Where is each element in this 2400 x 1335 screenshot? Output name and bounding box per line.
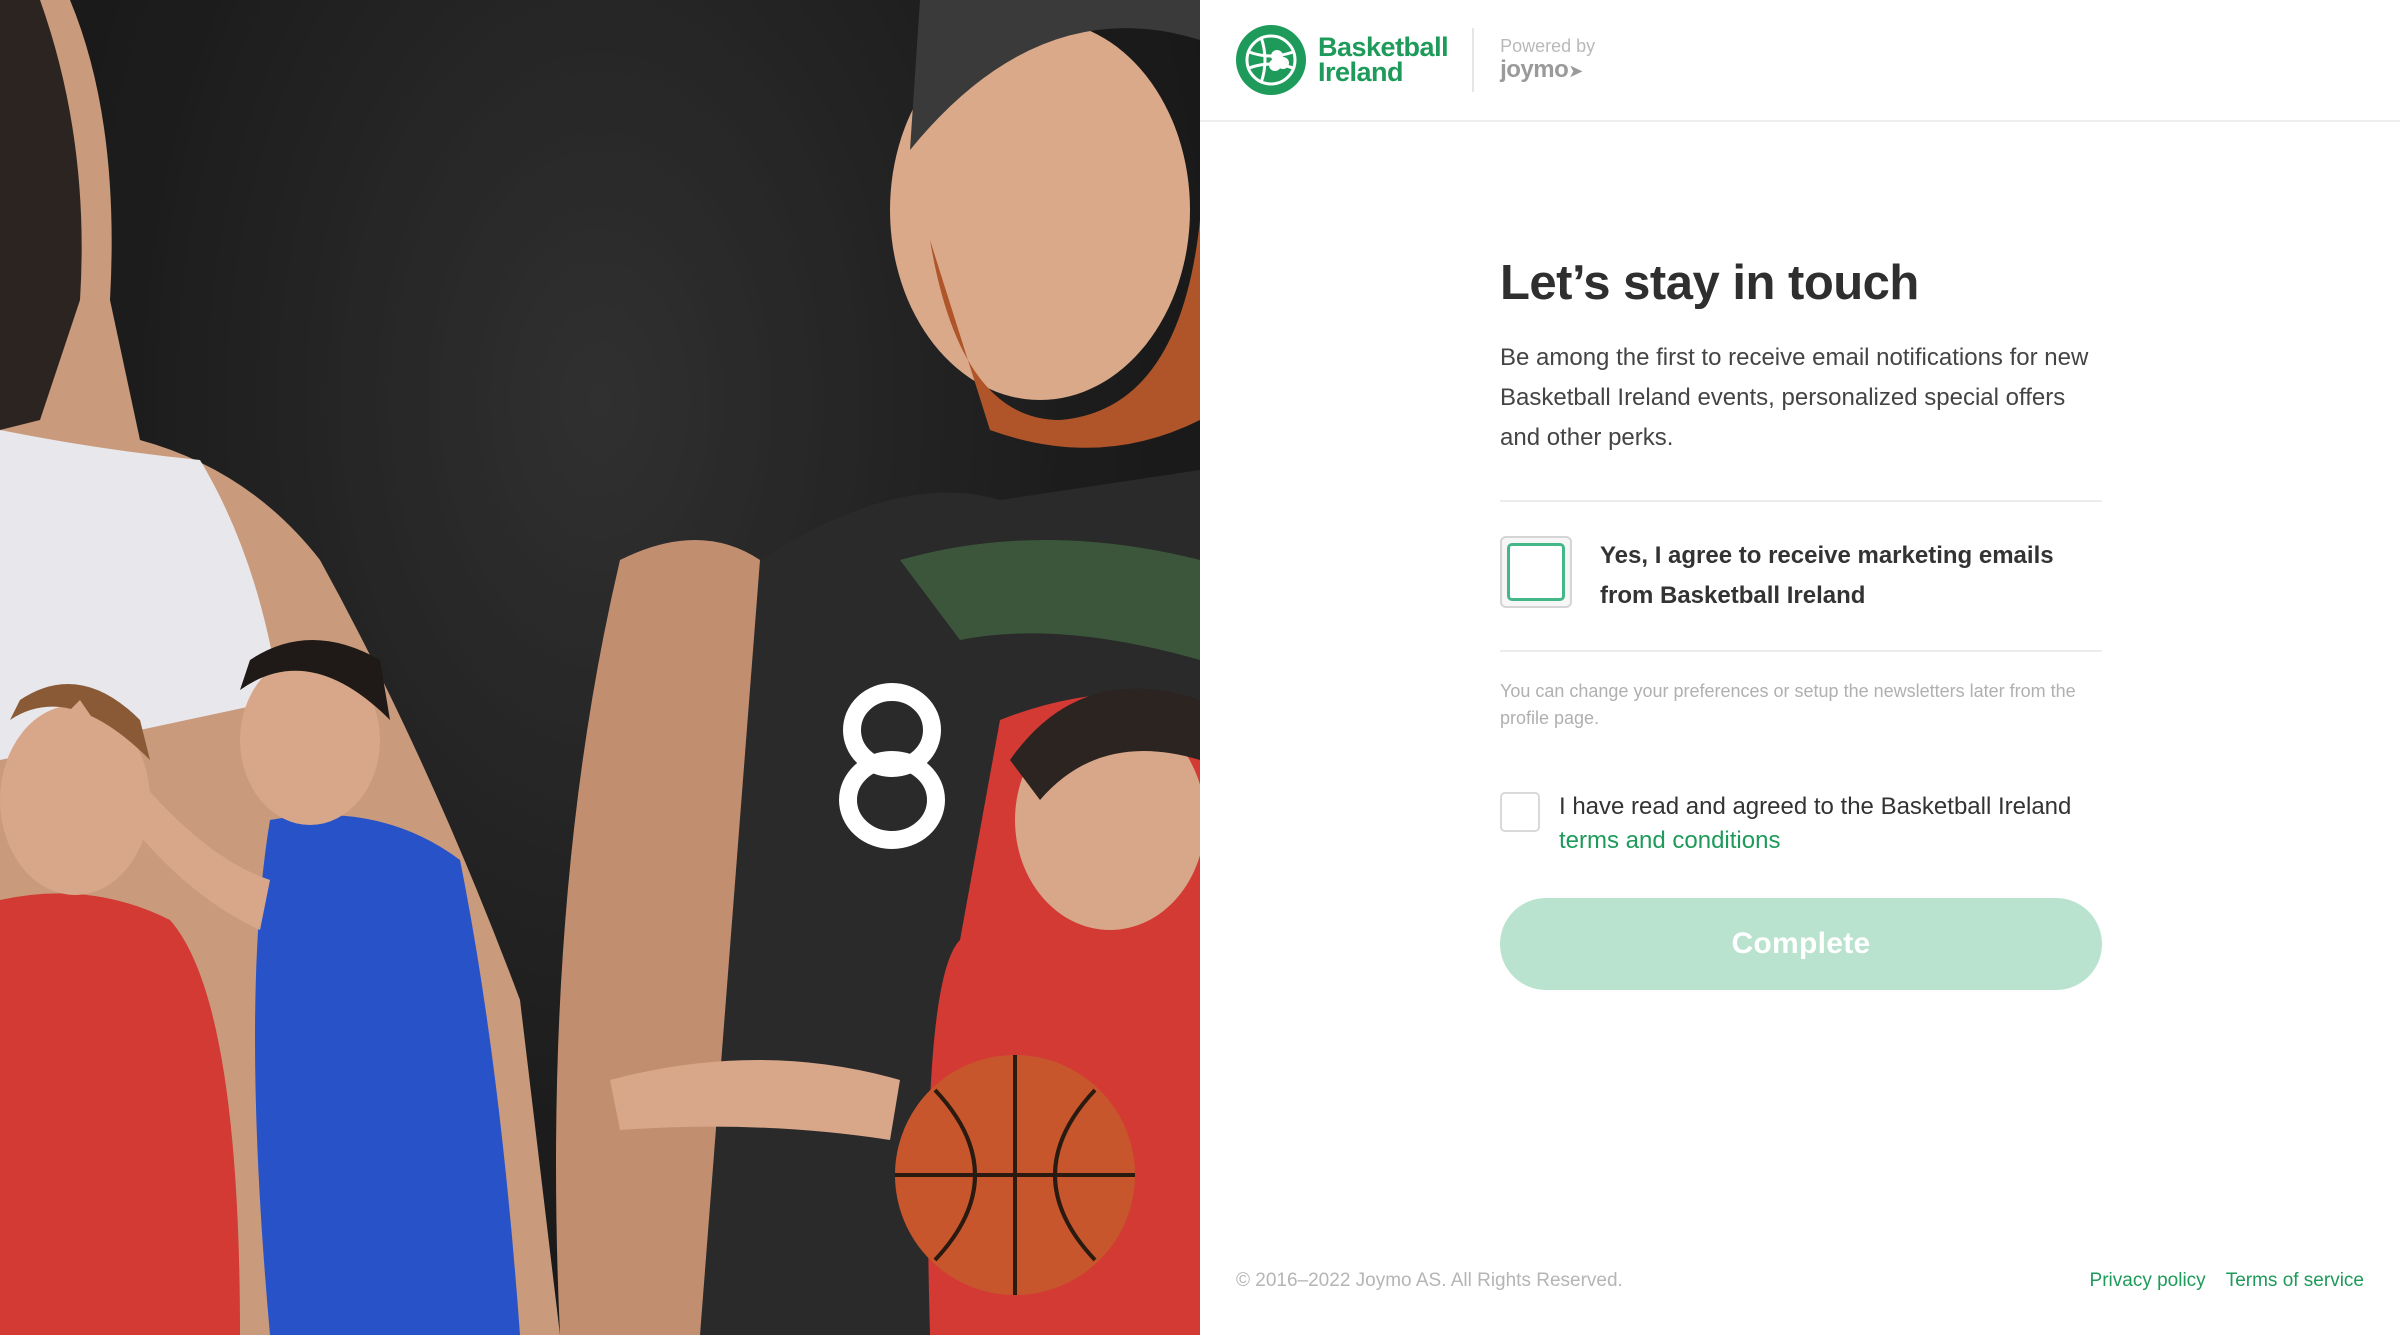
header-bar: Basketball Ireland Powered by joymo➤ bbox=[1200, 0, 2400, 122]
terms-row: I have read and agreed to the Basketball… bbox=[1500, 790, 2102, 858]
signup-form: Let’s stay in touch Be among the first t… bbox=[1500, 250, 2102, 990]
terms-label: I have read and agreed to the Basketball… bbox=[1559, 790, 2079, 858]
basketball-players-illustration bbox=[0, 0, 1200, 1335]
form-panel: Basketball Ireland Powered by joymo➤ Let… bbox=[1200, 0, 2400, 1335]
terms-checkbox[interactable] bbox=[1500, 792, 1540, 832]
terms-and-conditions-link[interactable]: terms and conditions bbox=[1559, 827, 1780, 854]
marketing-consent-row: Yes, I agree to receive marketing emails… bbox=[1500, 502, 2102, 650]
footer: © 2016–2022 Joymo AS. All Rights Reserve… bbox=[1236, 1266, 2364, 1296]
brand-logo-text[interactable]: Basketball Ireland bbox=[1318, 34, 1449, 87]
basketball-shamrock-logo-icon[interactable] bbox=[1236, 25, 1306, 95]
complete-button[interactable]: Complete bbox=[1500, 898, 2102, 990]
powered-by-label: Powered by bbox=[1500, 35, 1596, 56]
arrow-icon: ➤ bbox=[1568, 60, 1583, 81]
powered-by-brand: joymo➤ bbox=[1500, 56, 1595, 85]
marketing-consent-checkbox-inner bbox=[1507, 543, 1565, 601]
form-divider-bottom bbox=[1500, 650, 2102, 652]
hero-photo-panel bbox=[0, 0, 1200, 1335]
page-title: Let’s stay in touch bbox=[1500, 256, 1919, 310]
header-divider bbox=[1472, 28, 1475, 92]
copyright-text: © 2016–2022 Joymo AS. All Rights Reserve… bbox=[1236, 1270, 1623, 1291]
terms-label-text: I have read and agreed to the Basketball… bbox=[1559, 793, 2072, 820]
powered-by-brand-name: joymo bbox=[1500, 55, 1569, 83]
preferences-note: You can change your preferences or setup… bbox=[1500, 681, 2076, 728]
signup-page: Basketball Ireland Powered by joymo➤ Let… bbox=[0, 0, 2400, 1335]
brand-logo-line2: Ireland bbox=[1318, 57, 1404, 87]
terms-of-service-link[interactable]: Terms of service bbox=[2226, 1270, 2364, 1292]
powered-by: Powered by joymo➤ bbox=[1500, 36, 1595, 85]
marketing-consent-label[interactable]: Yes, I agree to receive marketing emails… bbox=[1600, 536, 2080, 616]
privacy-policy-link[interactable]: Privacy policy bbox=[2090, 1270, 2206, 1292]
footer-links: Privacy policy Terms of service bbox=[2090, 1270, 2364, 1292]
form-description: Be among the first to receive email noti… bbox=[1500, 344, 2089, 451]
marketing-consent-checkbox[interactable] bbox=[1500, 536, 1572, 608]
